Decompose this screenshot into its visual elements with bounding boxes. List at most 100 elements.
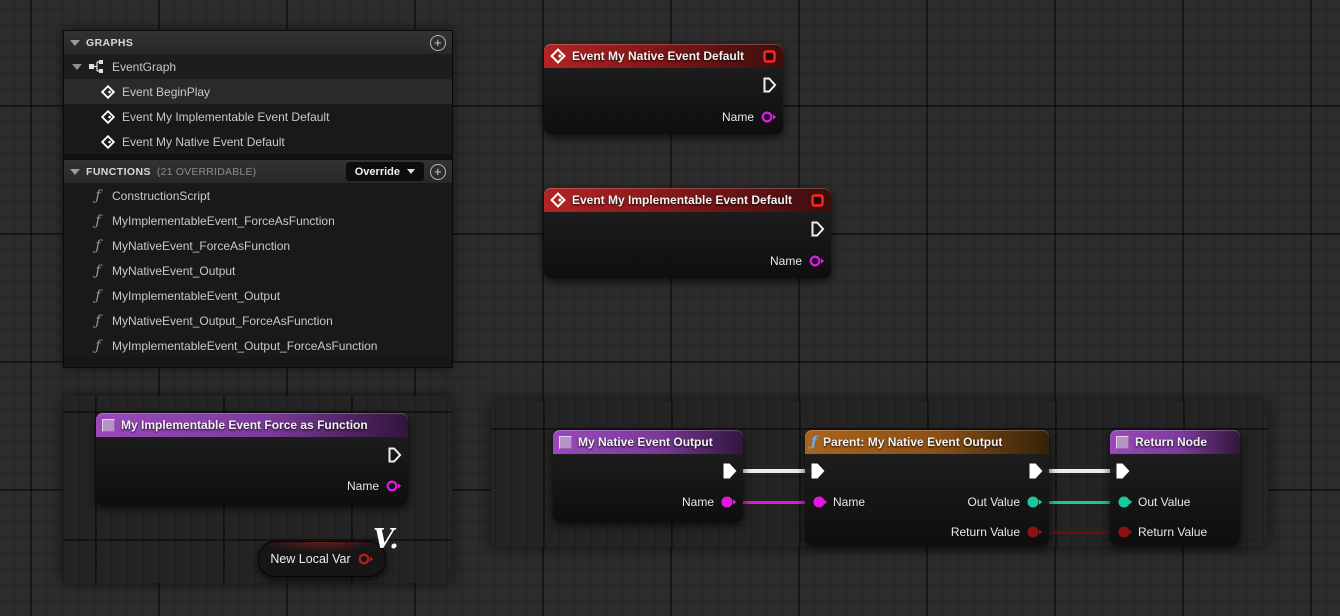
sidebar-item-label: MyImplementableEvent_Output <box>112 289 280 303</box>
node-header[interactable]: Event My Native Event Default <box>544 44 783 68</box>
sidebar-item-eventgraph[interactable]: EventGraph <box>64 54 452 79</box>
out-value-pin[interactable]: Out Value <box>968 495 1043 509</box>
name-in-pin[interactable]: Name <box>811 495 865 509</box>
sidebar-item-label: MyNativeEvent_Output <box>112 264 235 278</box>
sidebar-item-function[interactable]: ƒ MyImplementableEvent_ForceAsFunction <box>64 208 452 233</box>
pin-label: Out Value <box>968 495 1020 509</box>
sidebar-item-label: MyNativeEvent_ForceAsFunction <box>112 239 290 253</box>
exec-pin-icon <box>388 447 402 463</box>
exec-wire <box>739 469 814 473</box>
name-pin-icon <box>808 254 825 268</box>
exec-out-pin[interactable] <box>1029 463 1043 479</box>
exec-out-pin[interactable] <box>763 77 777 93</box>
sidebar-item-label: MyImplementableEvent_ForceAsFunction <box>112 214 335 228</box>
node-parent-my-native-event-output[interactable]: ƒ Parent: My Native Event Output Name Ou… <box>805 430 1049 545</box>
function-icon: ƒ <box>91 288 105 304</box>
pin-label: Return Value <box>1138 525 1207 539</box>
name-out-pin[interactable]: Name <box>722 110 777 124</box>
sidebar-item-event-beginplay[interactable]: Event BeginPlay <box>64 79 452 104</box>
override-dropdown[interactable]: Override <box>346 162 424 181</box>
return-value-pin[interactable]: Return Value <box>951 525 1043 539</box>
function-icon: ƒ <box>91 338 105 354</box>
sidebar-item-label: Event My Implementable Event Default <box>122 110 329 124</box>
functions-header-label: FUNCTIONS <box>86 166 151 178</box>
sidebar-item-label: EventGraph <box>112 60 176 74</box>
name-out-pin[interactable]: Name <box>682 495 737 509</box>
function-icon: ƒ <box>91 263 105 279</box>
function-f-icon: ƒ <box>811 434 817 450</box>
out-value-pin-icon <box>1026 495 1043 509</box>
node-header[interactable]: My Native Event Output <box>553 430 743 454</box>
out-value-pin[interactable]: Out Value <box>1116 495 1190 509</box>
exec-out-pin[interactable] <box>388 447 402 463</box>
function-square-icon <box>1116 436 1129 449</box>
node-event-my-implementable-event-default[interactable]: Event My Implementable Event Default Nam… <box>544 188 831 278</box>
functions-count-label: (21 OVERRIDABLE) <box>157 166 256 178</box>
exec-pin-icon <box>1116 463 1130 479</box>
graph-icon <box>89 60 105 73</box>
exec-pin-icon <box>811 221 825 237</box>
node-title: Event My Implementable Event Default <box>572 193 792 207</box>
sidebar-item-function[interactable]: ƒ MyImplementableEvent_Output <box>64 283 452 308</box>
node-header[interactable]: Event My Implementable Event Default <box>544 188 831 212</box>
node-return-node[interactable]: Return Node Out Value Return Value <box>1110 430 1240 545</box>
node-title: New Local Var <box>270 552 350 566</box>
sidebar-item-function[interactable]: ƒ MyNativeEvent_Output_ForceAsFunction <box>64 308 452 333</box>
pin-label: Name <box>833 495 865 509</box>
sidebar-item-function[interactable]: ƒ MyImplementableEvent_Output_ForceAsFun… <box>64 333 452 358</box>
exec-in-pin[interactable] <box>811 463 825 479</box>
name-pin-icon <box>811 495 827 509</box>
override-label: Override <box>355 166 400 178</box>
collapse-arrow-icon[interactable] <box>72 64 82 70</box>
sidebar-item-function[interactable]: ƒ MyNativeEvent_Output <box>64 258 452 283</box>
node-event-my-native-event-default[interactable]: Event My Native Event Default Name <box>544 44 783 134</box>
node-title: Event My Native Event Default <box>572 49 744 63</box>
sidebar-item-function[interactable]: ƒ MyNativeEvent_ForceAsFunction <box>64 233 452 258</box>
sidebar-item-label: MyImplementableEvent_Output_ForceAsFunct… <box>112 339 377 353</box>
name-pin-icon <box>720 495 737 509</box>
return-value-pin-icon <box>1026 525 1043 539</box>
node-header[interactable]: My Implementable Event Force as Function <box>96 413 408 437</box>
node-header[interactable]: ƒ Parent: My Native Event Output <box>805 430 1049 454</box>
name-pin-icon <box>385 479 402 493</box>
event-diamond-icon <box>101 135 115 149</box>
exec-in-pin[interactable] <box>1116 463 1130 479</box>
exec-pin-icon <box>723 463 737 479</box>
exec-out-pin[interactable] <box>723 463 737 479</box>
sidebar-item-function[interactable]: ƒ ConstructionScript <box>64 183 452 208</box>
delegate-pin[interactable] <box>811 194 824 207</box>
pin-label: Name <box>682 495 714 509</box>
chevron-down-icon <box>407 169 415 174</box>
node-new-local-var[interactable]: New Local Var <box>258 541 386 577</box>
sidebar-item-label: MyNativeEvent_Output_ForceAsFunction <box>112 314 333 328</box>
node-my-implementable-event-force-as-function[interactable]: My Implementable Event Force as Function… <box>96 413 408 505</box>
sidebar-item-event-my-native[interactable]: Event My Native Event Default <box>64 129 452 154</box>
add-graph-button[interactable]: + <box>430 35 446 51</box>
pin-label: Out Value <box>1138 495 1190 509</box>
blueprint-graph-canvas[interactable]: GRAPHS + EventGraph Event BeginPlay <box>0 0 1340 616</box>
function-icon: ƒ <box>91 188 105 204</box>
node-header[interactable]: Return Node <box>1110 430 1240 454</box>
sidebar-item-event-my-implementable[interactable]: Event My Implementable Event Default <box>64 104 452 129</box>
node-my-native-event-output[interactable]: My Native Event Output Name <box>553 430 743 522</box>
return-value-pin[interactable]: Return Value <box>1116 525 1207 539</box>
collapse-arrow-icon[interactable] <box>70 169 80 175</box>
functions-section-header[interactable]: FUNCTIONS (21 OVERRIDABLE) Override + <box>64 160 452 183</box>
add-function-button[interactable]: + <box>430 164 446 180</box>
sidebar-item-label: Event My Native Event Default <box>122 135 285 149</box>
node-title: My Implementable Event Force as Function <box>121 418 368 432</box>
event-diamond-icon <box>101 110 115 124</box>
graphs-section-header[interactable]: GRAPHS + <box>64 31 452 54</box>
collapse-arrow-icon[interactable] <box>70 40 80 46</box>
node-title: My Native Event Output <box>578 435 713 449</box>
function-icon: ƒ <box>91 213 105 229</box>
name-out-pin[interactable]: Name <box>347 479 402 493</box>
bool-pin-icon[interactable] <box>357 552 374 566</box>
name-out-pin[interactable]: Name <box>770 254 825 268</box>
exec-out-pin[interactable] <box>811 221 825 237</box>
variable-watermark: V. <box>373 524 399 555</box>
pin-label: Name <box>722 110 754 124</box>
return-value-pin-icon <box>1116 525 1132 539</box>
exec-pin-icon <box>1029 463 1043 479</box>
delegate-pin[interactable] <box>763 50 776 63</box>
